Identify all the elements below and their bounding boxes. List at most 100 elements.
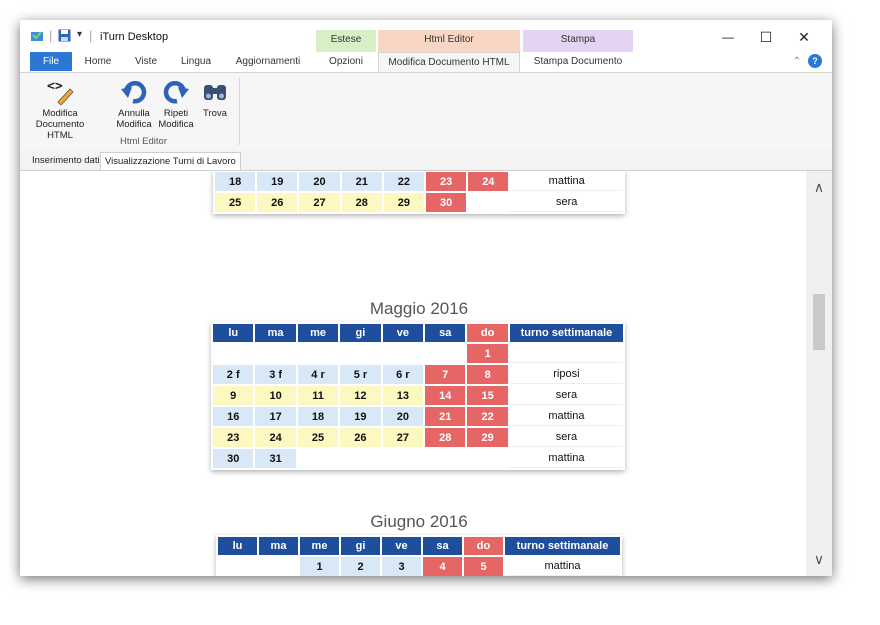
empty-day-cell — [255, 344, 296, 363]
tab-aggiornamenti[interactable]: Aggiornamenti — [226, 52, 310, 71]
maximize-button[interactable]: ☐ — [748, 25, 784, 49]
title-bar: | ▾ | iTurn Desktop Estese Html Editor S… — [20, 20, 832, 52]
modifica-documento-html-label: Modifica Documento HTML — [35, 108, 85, 141]
empty-day-cell — [425, 449, 466, 468]
day-cell: 18 — [297, 407, 339, 426]
header-turno-settimanale: turno settimanale — [509, 324, 623, 342]
header-day-gi: gi — [340, 324, 381, 342]
quick-access-dropdown[interactable]: ▾ — [77, 29, 82, 40]
ribbon-group-label: Html Editor — [120, 136, 167, 147]
empty-day-cell — [340, 344, 381, 363]
header-turno-settimanale: turno settimanale — [505, 537, 620, 555]
day-cell: 30 — [213, 449, 254, 468]
tab-inserimento-dati[interactable]: Inserimento dati — [28, 152, 104, 169]
annulla-modifica-button[interactable]: Annulla Modifica — [112, 77, 156, 130]
day-cell: 25 — [215, 193, 256, 212]
calendar-week-row: 9 10 11 12 13 14 15 sera — [213, 386, 623, 405]
day-cell: 25 — [297, 428, 339, 447]
header-day-gi: gi — [341, 537, 380, 555]
save-icon[interactable] — [58, 29, 71, 45]
day-cell: 5 r — [340, 365, 381, 384]
calendar-week-row: 1 2 3 4 5 mattina — [218, 557, 620, 576]
modifica-documento-html-button[interactable]: <> Modifica Documento HTML — [30, 77, 90, 141]
header-day-me: me — [300, 537, 339, 555]
calendar-week-row: 18 19 20 21 22 23 24 mattina — [215, 172, 623, 191]
scroll-thumb[interactable] — [813, 294, 825, 350]
empty-day-cell — [382, 344, 424, 363]
day-cell: 22 — [383, 172, 425, 191]
empty-day-cell — [382, 449, 424, 468]
day-cell: 1 — [300, 557, 339, 576]
scroll-down-icon[interactable]: ∨ — [806, 547, 832, 571]
day-cell: 21 — [341, 172, 382, 191]
day-cell: 20 — [299, 172, 340, 191]
turno-cell: mattina — [505, 557, 620, 576]
calendar-week-row: 23 24 25 26 27 28 29 sera — [213, 428, 623, 447]
ribbon-panel: <> Modifica Documento HTML Annulla Modif… — [20, 72, 832, 151]
header-day-do: do — [464, 537, 503, 555]
day-cell: 2 — [341, 557, 380, 576]
may-month-title: Maggio 2016 — [369, 299, 469, 318]
day-cell: 28 — [341, 193, 382, 212]
day-cell: 28 — [425, 428, 466, 447]
day-cell: 5 — [464, 557, 503, 576]
day-cell: 3 f — [255, 365, 296, 384]
trova-button[interactable]: Trova — [198, 77, 232, 119]
day-cell: 27 — [299, 193, 340, 212]
day-cell: 18 — [215, 172, 256, 191]
june-calendar-table: lu ma me gi ve sa do turno settimanale 1 2 3 4 5 mat… — [216, 535, 622, 576]
tab-opzioni[interactable]: Opzioni — [316, 52, 376, 71]
minimize-button[interactable]: — — [710, 25, 746, 49]
help-icon[interactable]: ? — [808, 54, 822, 68]
turno-cell: mattina — [509, 407, 623, 426]
turno-cell: mattina — [510, 172, 623, 191]
day-cell: 4 r — [297, 365, 339, 384]
day-cell: 22 — [467, 407, 508, 426]
header-day-lu: lu — [213, 324, 254, 342]
app-title: iTurn Desktop — [100, 31, 169, 43]
header-day-ve: ve — [382, 537, 421, 555]
day-cell: 26 — [257, 193, 298, 212]
may-calendar-table: lu ma me gi ve sa do turno settimanale 1 2 f3 f4… — [211, 322, 625, 470]
calendar-week-row: 30 31 mattina — [213, 449, 623, 468]
tab-stampa-documento[interactable]: Stampa Documento — [523, 52, 633, 71]
vertical-scrollbar[interactable]: ∧ ∨ — [806, 171, 832, 576]
tab-visualizzazione-turni[interactable]: Visualizzazione Turni di Lavoro — [100, 152, 241, 170]
tab-file[interactable]: File — [30, 52, 72, 71]
undo-icon — [121, 81, 147, 104]
day-cell: 11 — [297, 386, 339, 405]
calendar-week-row: 2 f3 f4 r5 r6 r 7 8 riposi — [213, 365, 623, 384]
header-day-lu: lu — [218, 537, 257, 555]
header-day-do: do — [467, 324, 508, 342]
tab-home[interactable]: Home — [78, 52, 118, 71]
collapse-ribbon-icon[interactable]: ⌃ — [790, 52, 804, 71]
header-day-ma: ma — [259, 537, 298, 555]
day-cell: 10 — [255, 386, 296, 405]
day-cell: 23 — [426, 172, 467, 191]
empty-day-cell — [213, 344, 254, 363]
turno-cell — [509, 344, 623, 363]
empty-day-cell — [468, 193, 509, 212]
scroll-up-icon[interactable]: ∧ — [806, 175, 832, 199]
day-cell: 8 — [467, 365, 508, 384]
empty-day-cell — [259, 557, 298, 576]
tab-viste[interactable]: Viste — [126, 52, 166, 71]
tab-modifica-documento-html[interactable]: Modifica Documento HTML — [378, 52, 520, 72]
ripeti-modifica-button[interactable]: Ripeti Modifica — [156, 77, 196, 130]
day-cell: 23 — [213, 428, 254, 447]
header-day-me: me — [297, 324, 339, 342]
tab-lingua[interactable]: Lingua — [174, 52, 218, 71]
day-cell: 21 — [425, 407, 466, 426]
day-cell: 2 f — [213, 365, 254, 384]
trova-label: Trova — [203, 108, 227, 119]
day-cell: 7 — [425, 365, 466, 384]
day-cell: 6 r — [382, 365, 424, 384]
header-day-sa: sa — [425, 324, 466, 342]
close-button[interactable]: ✕ — [786, 25, 822, 49]
binoculars-icon — [204, 85, 226, 100]
calendar-week-row: 16 17 18 19 20 21 22 mattina — [213, 407, 623, 426]
turno-cell: riposi — [509, 365, 623, 384]
empty-day-cell — [467, 449, 508, 468]
day-cell: 29 — [467, 428, 508, 447]
svg-text:<>: <> — [47, 79, 63, 94]
